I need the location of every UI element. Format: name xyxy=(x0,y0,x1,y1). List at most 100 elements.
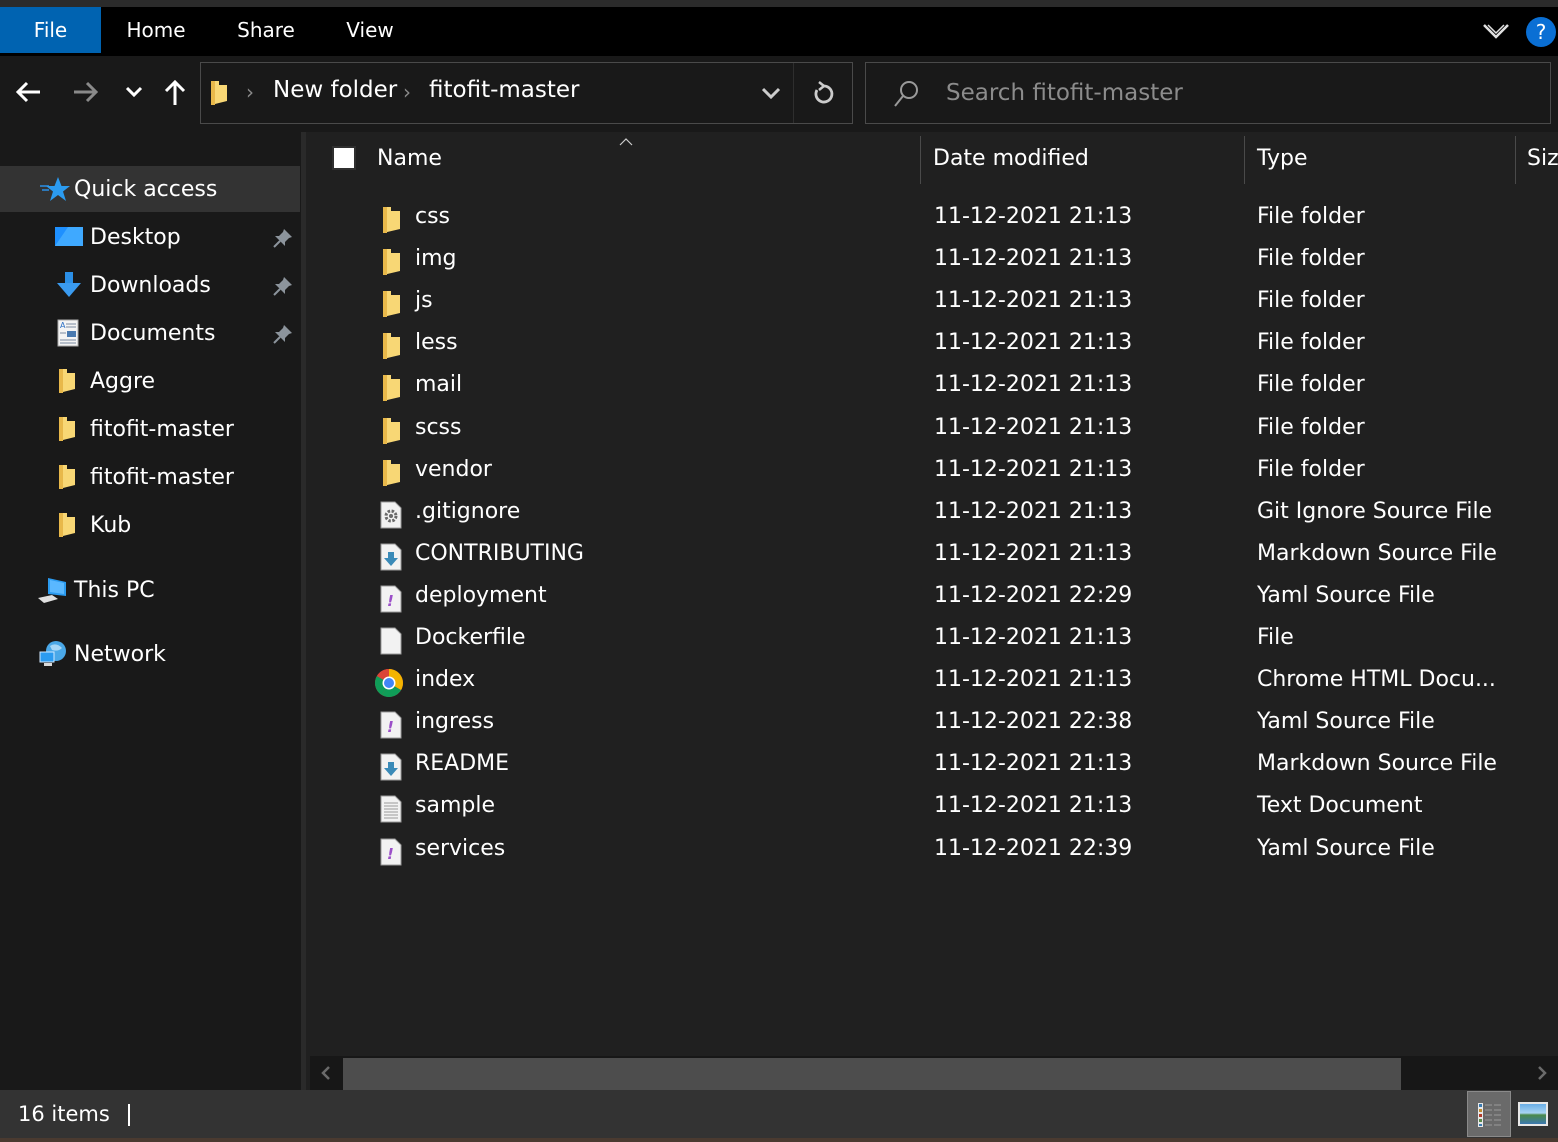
file-row[interactable]: Dockerfile 11-12-2021 21:13 File xyxy=(306,619,1558,661)
chevron-down-icon xyxy=(125,86,143,98)
file-row[interactable]: CONTRIBUTING 11-12-2021 21:13 Markdown Sou… xyxy=(306,535,1558,577)
up-button[interactable] xyxy=(157,74,193,110)
horizontal-scrollbar[interactable] xyxy=(310,1056,1558,1090)
file-date-modified: 11-12-2021 21:13 xyxy=(934,751,1133,777)
pin-icon[interactable] xyxy=(272,323,294,351)
tab-file[interactable]: File xyxy=(0,7,101,53)
file-date-modified: 11-12-2021 22:38 xyxy=(934,709,1133,735)
tab-home[interactable]: Home xyxy=(110,7,202,53)
documents-icon: A xyxy=(57,319,79,347)
sidebar-item-label: fitofit-master xyxy=(90,464,234,490)
file-name: services xyxy=(415,835,506,861)
sidebar-item-fitofit-master[interactable]: fitofit-master xyxy=(0,406,300,452)
file-date-modified: 11-12-2021 21:13 xyxy=(934,540,1133,566)
column-header-type[interactable]: Type xyxy=(1257,132,1507,184)
breadcrumb-fitofit-master[interactable]: fitofit-master xyxy=(429,77,580,103)
sidebar-item-label: Downloads xyxy=(90,272,211,298)
file-row[interactable]: js 11-12-2021 21:13 File folder xyxy=(306,282,1558,324)
yaml-file-icon: ! xyxy=(376,584,406,614)
breadcrumb-new-folder[interactable]: New folder xyxy=(273,77,397,103)
file-row[interactable]: scss 11-12-2021 21:13 File folder xyxy=(306,409,1558,451)
window-top-border xyxy=(0,0,1558,7)
sidebar-item-label: This PC xyxy=(74,577,155,603)
svg-text:!: ! xyxy=(387,845,394,863)
scroll-right-button[interactable] xyxy=(1526,1056,1558,1090)
scroll-left-button[interactable] xyxy=(310,1056,342,1090)
file-type: File folder xyxy=(1257,330,1365,356)
large-icons-view-button[interactable] xyxy=(1518,1102,1548,1126)
address-bar[interactable]: › New folder › fitofit-master xyxy=(200,62,853,124)
file-name: ingress xyxy=(415,709,495,735)
sidebar-item-desktop[interactable]: Desktop xyxy=(0,214,300,260)
pin-icon[interactable] xyxy=(272,227,294,255)
folder-icon xyxy=(376,331,406,361)
file-row[interactable]: css 11-12-2021 21:13 File folder xyxy=(306,198,1558,240)
sidebar-item-label: Quick access xyxy=(74,176,218,202)
sidebar-item-this-pc[interactable]: This PC xyxy=(0,567,300,613)
chevron-down-icon xyxy=(761,87,781,99)
details-view-button[interactable] xyxy=(1467,1091,1511,1137)
expand-ribbon-button[interactable] xyxy=(1480,19,1512,43)
file-row[interactable]: ! services 11-12-2021 22:39 Yaml Source Fil… xyxy=(306,830,1558,872)
column-header-size[interactable]: Siz xyxy=(1527,132,1558,184)
search-input[interactable] xyxy=(946,75,1526,111)
file-row[interactable]: sample 11-12-2021 21:13 Text Document xyxy=(306,787,1558,829)
file-type: Yaml Source File xyxy=(1257,709,1435,735)
file-type: File folder xyxy=(1257,456,1365,482)
sidebar-item-network[interactable]: Network xyxy=(0,631,300,677)
file-date-modified: 11-12-2021 21:13 xyxy=(934,204,1133,229)
file-name: mail xyxy=(415,372,463,398)
column-header-date-modified[interactable]: Date modified xyxy=(933,132,1233,184)
file-name: Dockerfile xyxy=(415,625,526,650)
sidebar-item-label: Desktop xyxy=(90,224,181,250)
file-row[interactable]: vendor 11-12-2021 21:13 File folder xyxy=(306,451,1558,493)
select-all-checkbox[interactable] xyxy=(332,146,356,170)
sidebar-item-fitofit-master[interactable]: fitofit-master xyxy=(0,454,300,500)
help-button[interactable]: ? xyxy=(1526,17,1556,47)
file-row[interactable]: img 11-12-2021 21:13 File folder xyxy=(306,240,1558,282)
sidebar-item-downloads[interactable]: Downloads xyxy=(0,262,300,308)
arrow-up-icon xyxy=(164,79,186,105)
file-row[interactable]: index 11-12-2021 21:13 Chrome HTML Docu... xyxy=(306,661,1558,703)
file-type: Markdown Source File xyxy=(1257,540,1497,566)
file-type: File xyxy=(1257,625,1294,650)
folder-icon xyxy=(376,247,406,277)
address-history-dropdown[interactable] xyxy=(741,63,801,123)
sidebar-item-label: Kub xyxy=(90,512,132,538)
recent-locations-button[interactable] xyxy=(116,74,152,110)
svg-text:A: A xyxy=(60,321,66,330)
file-row[interactable]: mail 11-12-2021 21:13 File folder xyxy=(306,366,1558,408)
pin-icon[interactable] xyxy=(272,275,294,303)
file-row[interactable]: README 11-12-2021 21:13 Markdown Source Fi… xyxy=(306,745,1558,787)
computer-icon xyxy=(36,576,68,604)
file-type: Chrome HTML Docu... xyxy=(1257,667,1496,693)
sidebar-item-kub[interactable]: Kub xyxy=(0,502,300,548)
file-name: scss xyxy=(415,414,462,440)
folder-icon xyxy=(57,367,77,395)
file-row[interactable]: less 11-12-2021 21:13 File folder xyxy=(306,324,1558,366)
scrollbar-thumb[interactable] xyxy=(343,1058,1401,1090)
file-name: .gitignore xyxy=(415,498,521,524)
tab-view[interactable]: View xyxy=(330,7,410,53)
navigation-bar: › New folder › fitofit-master xyxy=(0,56,1558,132)
file-date-modified: 11-12-2021 21:13 xyxy=(934,414,1133,440)
tab-share[interactable]: Share xyxy=(222,7,310,53)
column-divider[interactable] xyxy=(1244,136,1245,184)
details-view-icon xyxy=(1478,1103,1501,1127)
sidebar-item-label: Network xyxy=(74,641,166,667)
column-divider[interactable] xyxy=(1515,136,1516,184)
sidebar-item-aggre[interactable]: Aggre xyxy=(0,358,300,404)
forward-button[interactable] xyxy=(68,74,104,110)
file-row[interactable]: ! deployment 11-12-2021 22:29 Yaml Source F… xyxy=(306,577,1558,619)
file-row[interactable]: .gitignore 11-12-2021 21:13 Git Ignore Sou… xyxy=(306,493,1558,535)
file-row[interactable]: ! ingress 11-12-2021 22:38 Yaml Source File xyxy=(306,703,1558,745)
folder-icon xyxy=(209,79,229,111)
file-type: File folder xyxy=(1257,414,1365,440)
sidebar-item-documents[interactable]: A Documents xyxy=(0,310,300,356)
column-divider[interactable] xyxy=(920,136,921,184)
file-date-modified: 11-12-2021 21:13 xyxy=(934,246,1133,272)
back-button[interactable] xyxy=(10,74,46,110)
refresh-button[interactable] xyxy=(793,63,853,123)
column-header-name[interactable]: Name xyxy=(377,132,917,184)
sidebar-item-quick-access[interactable]: Quick access xyxy=(0,166,300,212)
